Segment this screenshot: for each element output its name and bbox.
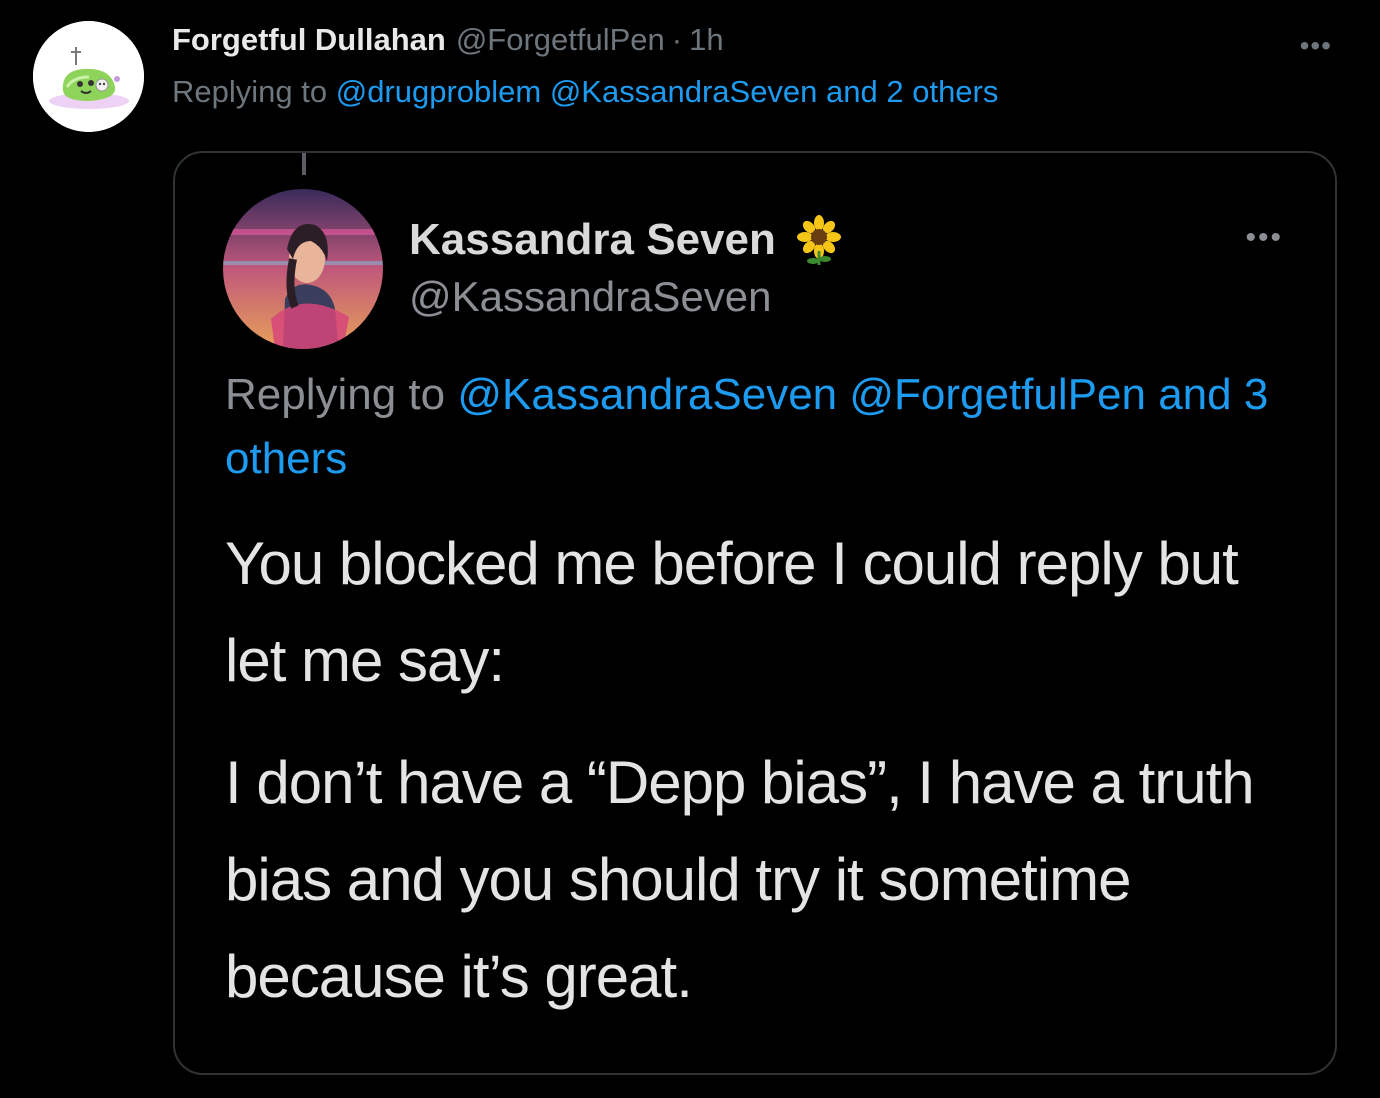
author-display-name[interactable]: Forgetful Dullahan [172, 22, 446, 58]
screenshot-avatar [223, 189, 383, 349]
replying-prefix: Replying to [172, 74, 328, 109]
separator-dot: · [671, 22, 683, 57]
screenshot-body-paragraph: I don’t have a “Depp bias”, I have a tru… [225, 749, 1255, 1010]
screenshot-display-name: Kassandra Seven [409, 215, 844, 265]
screenshot-replying-prefix: Replying to [225, 370, 446, 419]
screenshot-more-icon: ••• [1245, 221, 1283, 254]
attached-image[interactable]: Kassandra Seven @KassandraSeven ••• Repl… [173, 151, 1337, 1075]
screenshot-name-text: Kassandra Seven [409, 215, 776, 264]
screenshot-tweet-body: You blocked me before I could reply but … [225, 515, 1305, 1025]
screenshot-handle: @KassandraSeven [409, 273, 772, 320]
slime-potion-icon [33, 21, 144, 132]
thread-line [302, 153, 306, 175]
screenshot-replying-to: Replying to @KassandraSeven @ForgetfulPe… [225, 363, 1305, 491]
author-handle[interactable]: @ForgetfulPen [456, 22, 665, 58]
replying-mentions-link[interactable]: @drugproblem @KassandraSeven and 2 other… [336, 74, 999, 109]
tweet-header: Forgetful Dullahan @ForgetfulPen · 1h [172, 22, 724, 66]
more-options-icon[interactable]: ••• [1300, 30, 1332, 62]
screenshot-body-paragraph: You blocked me before I could reply but … [225, 530, 1239, 694]
sunflower-icon [794, 215, 844, 265]
author-avatar[interactable] [33, 21, 144, 132]
replying-to: Replying to @drugproblem @KassandraSeven… [172, 74, 998, 110]
warrior-portrait-icon [223, 189, 383, 349]
tweet[interactable]: Forgetful Dullahan @ForgetfulPen · 1h ••… [0, 0, 1380, 1098]
tweet-timestamp[interactable]: 1h [689, 22, 723, 58]
